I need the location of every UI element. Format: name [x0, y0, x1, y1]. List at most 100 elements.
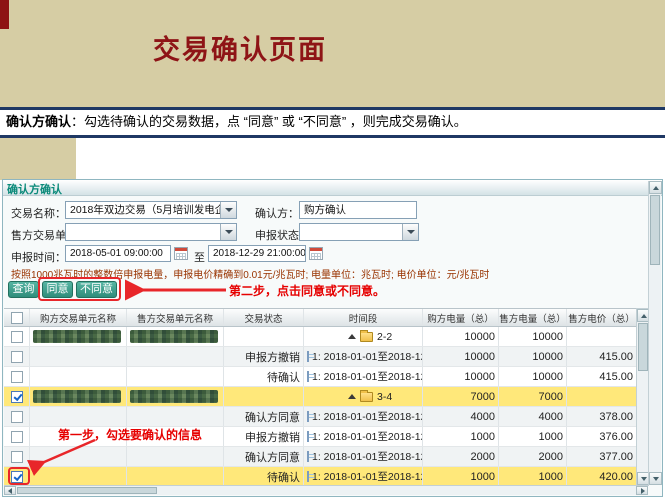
chevron-down-icon[interactable] [220, 224, 236, 240]
buyer-unit-cell [30, 407, 127, 426]
trade-status-cell [224, 387, 304, 406]
table-row-2[interactable]: 申报方撤销1: 2018-01-01至2018-12-3100001000041… [4, 347, 636, 367]
scroll-up-icon[interactable] [649, 181, 662, 194]
confirm-side-label: 确认方： [255, 205, 299, 221]
document-icon [307, 371, 309, 382]
row-checkbox[interactable] [11, 431, 23, 443]
censored-seller-name [130, 330, 218, 343]
period-cell: 1: 2018-01-01至2018-12-3 [304, 407, 423, 426]
collapse-triangle-icon[interactable] [348, 334, 356, 339]
calendar-icon[interactable] [174, 247, 188, 260]
column-header[interactable]: 交易状态 [224, 309, 304, 326]
period-cell: 3-4 [304, 387, 423, 406]
sell-qty-cell: 7000 [499, 387, 567, 406]
column-header[interactable]: 售方交易单元名称 [127, 309, 224, 326]
declare-time-label: 申报时间： [11, 249, 66, 265]
sell-qty-cell: 1000 [499, 427, 567, 446]
select-all-checkbox[interactable] [11, 312, 23, 324]
trade-status-cell [224, 327, 304, 346]
calendar-icon[interactable] [309, 247, 323, 260]
confirm-side-input[interactable]: 购方确认 [299, 201, 417, 219]
buy-qty-cell: 10000 [423, 327, 499, 346]
time-from-input[interactable]: 2018-05-01 09:00:00 [65, 245, 171, 262]
price-cell: 376.00 [567, 427, 636, 446]
row-checkbox[interactable] [11, 331, 23, 343]
buy-qty-cell: 7000 [423, 387, 499, 406]
buy-qty-cell: 10000 [423, 367, 499, 386]
instruction-rest: ：勾选待确认的交易数据，点 “同意” 或 “不同意” ，则完成交易确认。 [71, 114, 467, 129]
chevron-down-icon[interactable] [402, 224, 418, 240]
buyer-unit-cell [30, 387, 127, 406]
column-header[interactable]: 购方交易单元名称 [30, 309, 127, 326]
instruction-lead: 确认方确认 [6, 114, 71, 129]
column-header[interactable]: 购方电量（总） [423, 309, 499, 326]
seller-unit-select[interactable] [65, 223, 237, 241]
period-cell: 1: 2018-01-01至2018-12-3 [304, 467, 423, 486]
column-header[interactable]: 时间段 [304, 309, 423, 326]
buy-qty-cell: 1000 [423, 427, 499, 446]
sell-qty-cell: 4000 [499, 407, 567, 426]
window-horizontal-scrollbar[interactable] [4, 485, 648, 495]
scroll-down-icon[interactable] [649, 472, 662, 485]
seller-unit-cell [127, 467, 224, 486]
buyer-unit-cell [30, 447, 127, 466]
declare-status-select[interactable] [299, 223, 419, 241]
table-row-8[interactable]: 待确认1: 2018-01-01至2018-12-310001000420.00 [4, 467, 636, 487]
slide-left-strip [0, 138, 76, 180]
page-title: 交易确认页面 [153, 28, 327, 67]
row-checkbox-cell [4, 327, 30, 346]
scroll-right-icon[interactable] [636, 486, 648, 495]
price-cell: 378.00 [567, 407, 636, 426]
price-cell: 415.00 [567, 367, 636, 386]
period-cell: 1: 2018-01-01至2018-12-3 [304, 347, 423, 366]
collapse-triangle-icon[interactable] [348, 394, 356, 399]
confirm-side-value: 购方确认 [304, 204, 346, 216]
row-checkbox[interactable] [11, 351, 23, 363]
table-row-4[interactable]: 3-470007000 [4, 387, 636, 407]
table-row-7[interactable]: 确认方同意1: 2018-01-01至2018-12-320002000377.… [4, 447, 636, 467]
row-checkbox[interactable] [11, 391, 23, 403]
buy-qty-cell: 1000 [423, 467, 499, 486]
step2-annotation: 第二步，点击同意或不同意。 [229, 282, 385, 299]
row-checkbox[interactable] [11, 411, 23, 423]
trade-status-cell: 确认方同意 [224, 447, 304, 466]
row-checkbox[interactable] [11, 451, 23, 463]
row-checkbox-cell [4, 387, 30, 406]
sell-qty-cell: 10000 [499, 347, 567, 366]
buyer-unit-cell [30, 467, 127, 486]
select-all-cell [4, 309, 30, 326]
seller-unit-cell [127, 327, 224, 346]
confirm-window: 确认方确认 交易名称： 2018年双边交易（5月培训发电企 确认方： 购方确认 … [2, 179, 663, 497]
slide: 交易确认页面 确认方确认：勾选待确认的交易数据，点 “同意” 或 “不同意” ，… [0, 0, 665, 499]
table-row-1[interactable]: 2-21000010000 [4, 327, 636, 347]
buy-qty-cell: 2000 [423, 447, 499, 466]
window-vertical-scrollbar[interactable] [648, 181, 661, 485]
trade-name-select[interactable]: 2018年双边交易（5月培训发电企 [65, 201, 237, 219]
window-hscroll-thumb[interactable] [17, 487, 157, 494]
chevron-down-icon[interactable] [220, 202, 236, 218]
price-cell: 415.00 [567, 347, 636, 366]
table-scrollbar-thumb[interactable] [638, 323, 648, 371]
window-vscroll-thumb[interactable] [650, 195, 660, 265]
instruction-band: 确认方确认：勾选待确认的交易数据，点 “同意” 或 “不同意” ，则完成交易确认… [0, 107, 665, 138]
period-cell: 1: 2018-01-01至2018-12-3 [304, 447, 423, 466]
scroll-left-icon[interactable] [4, 486, 16, 495]
trade-status-cell: 确认方同意 [224, 407, 304, 426]
folder-icon [360, 392, 373, 402]
seller-unit-cell [127, 347, 224, 366]
window-titlebar: 确认方确认 [3, 180, 662, 196]
seller-unit-cell [127, 367, 224, 386]
table-row-3[interactable]: 待确认1: 2018-01-01至2018-12-31000010000415.… [4, 367, 636, 387]
seller-unit-cell [127, 447, 224, 466]
document-icon [307, 431, 309, 442]
censored-seller-name [130, 390, 218, 403]
buyer-unit-cell [30, 347, 127, 366]
column-header[interactable]: 售方电价（总） [567, 309, 636, 326]
period-cell: 1: 2018-01-01至2018-12-3 [304, 427, 423, 446]
query-button[interactable]: 查询 [8, 281, 39, 298]
row-checkbox[interactable] [11, 371, 23, 383]
column-header[interactable]: 售方电量（总） [499, 309, 567, 326]
price-cell: 377.00 [567, 447, 636, 466]
time-to-input[interactable]: 2018-12-29 21:00:00 [208, 245, 306, 262]
table-row-5[interactable]: 确认方同意1: 2018-01-01至2018-12-340004000378.… [4, 407, 636, 427]
